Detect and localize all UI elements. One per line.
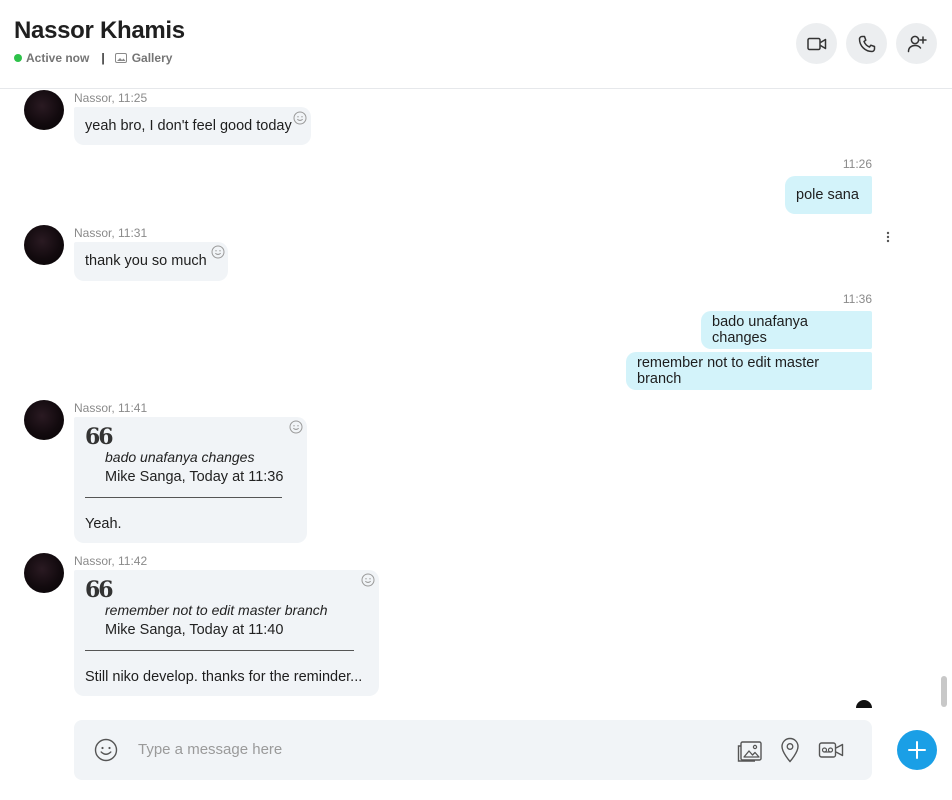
message-text: remember not to edit master branch xyxy=(637,355,820,387)
message-text: yeah bro, I don't feel good today xyxy=(85,118,292,134)
active-status-dot xyxy=(14,54,22,62)
incoming-message[interactable]: yeah bro, I don't feel good today xyxy=(74,107,311,145)
contact-avatar[interactable] xyxy=(24,400,64,440)
gallery-link[interactable]: Gallery xyxy=(132,51,173,65)
emoji-icon[interactable] xyxy=(94,738,118,762)
separator: | xyxy=(101,51,105,65)
quote-divider xyxy=(85,497,282,498)
outgoing-message[interactable]: remember not to edit master branch xyxy=(626,352,872,390)
smiley-react-icon[interactable] xyxy=(361,573,375,587)
quoted-reply-message[interactable]: 66 bado unafanya changes Mike Sanga, Tod… xyxy=(74,417,307,543)
message-text: thank you so much xyxy=(85,253,207,269)
status-text: Active now xyxy=(26,51,90,65)
message-meta: 11:36 xyxy=(842,292,872,306)
location-icon[interactable] xyxy=(780,737,800,763)
message-meta: Nassor, 11:31 xyxy=(74,226,148,240)
quote-mark: 66 xyxy=(85,577,114,603)
video-message-icon[interactable] xyxy=(818,740,844,760)
quoted-text: remember not to edit master branch xyxy=(105,602,328,618)
contact-avatar[interactable] xyxy=(24,90,64,130)
contact-avatar[interactable] xyxy=(24,225,64,265)
message-meta: 11:26 xyxy=(842,157,872,171)
message-text: bado unafanya changes xyxy=(712,314,808,346)
outgoing-message[interactable]: pole sana xyxy=(785,176,872,214)
video-call-button[interactable] xyxy=(796,23,837,64)
quote-divider xyxy=(85,650,354,651)
add-participant-button[interactable] xyxy=(896,23,937,64)
quote-mark: 66 xyxy=(85,424,114,450)
incoming-message[interactable]: thank you so much xyxy=(74,242,228,281)
smiley-react-icon[interactable] xyxy=(293,111,307,125)
contact-avatar[interactable] xyxy=(24,553,64,593)
smiley-react-icon[interactable] xyxy=(211,245,225,259)
outgoing-message[interactable]: bado unafanya changes xyxy=(701,311,872,349)
chat-header: Nassor Khamis Active now | Gallery xyxy=(0,0,952,89)
message-text: Still niko develop. thanks for the remin… xyxy=(85,669,363,685)
contact-name[interactable]: Nassor Khamis xyxy=(14,17,185,45)
add-person-icon xyxy=(907,35,927,52)
plus-icon xyxy=(908,741,926,759)
smiley-react-icon[interactable] xyxy=(289,420,303,434)
message-text: pole sana xyxy=(796,187,859,203)
phone-icon xyxy=(858,35,875,52)
quoted-author: Mike Sanga, Today at 11:40 xyxy=(105,622,284,638)
scrollbar-thumb[interactable] xyxy=(941,676,947,707)
more-options-icon[interactable] xyxy=(886,231,890,243)
quoted-author: Mike Sanga, Today at 11:36 xyxy=(105,469,284,485)
message-meta: Nassor, 11:42 xyxy=(74,554,148,568)
status-line: Active now | Gallery xyxy=(14,51,172,65)
message-composer xyxy=(74,720,872,780)
message-text: Yeah. xyxy=(85,516,122,532)
message-meta: Nassor, 11:25 xyxy=(74,91,148,105)
gallery-icon[interactable] xyxy=(114,53,127,63)
quoted-reply-message[interactable]: 66 remember not to edit master branch Mi… xyxy=(74,570,379,696)
add-content-button[interactable] xyxy=(897,730,937,770)
audio-call-button[interactable] xyxy=(846,23,887,64)
message-input[interactable] xyxy=(138,738,718,760)
video-call-icon xyxy=(806,37,826,50)
quoted-text: bado unafanya changes xyxy=(105,449,255,465)
message-meta: Nassor, 11:41 xyxy=(74,401,148,415)
image-icon[interactable] xyxy=(737,738,763,762)
